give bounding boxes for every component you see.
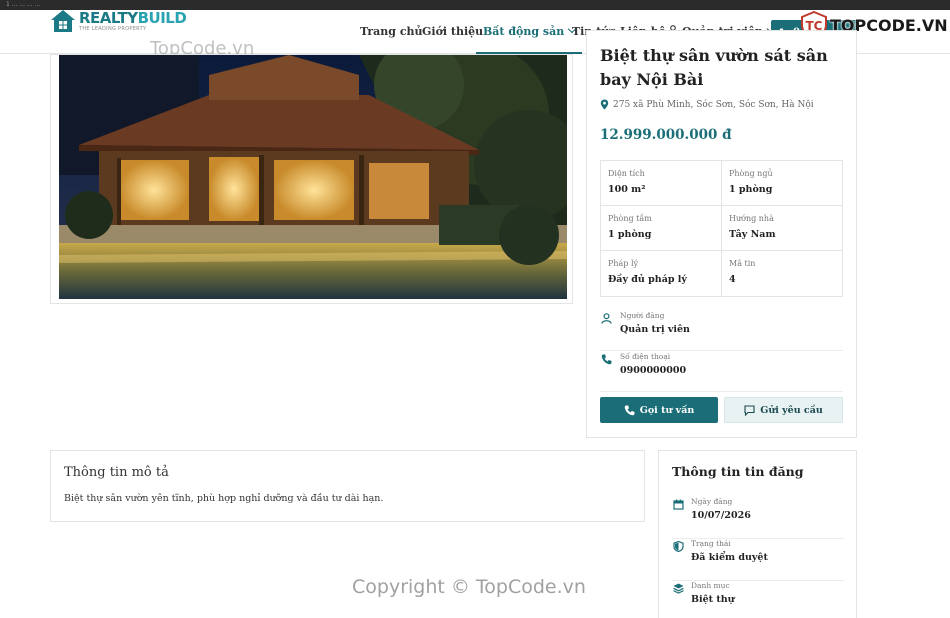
spec-value: 1 phòng <box>608 229 652 240</box>
layers-icon <box>673 583 684 594</box>
listing-status-label: Trạng thái <box>691 539 731 548</box>
nav-home-label: Trang chủ <box>360 25 423 38</box>
spec-bathrooms: Phòng tắm 1 phòng <box>601 206 722 251</box>
spec-area: Diện tích 100 m² <box>601 161 722 206</box>
property-address-text: 275 xã Phù Minh, Sóc Sơn, Sóc Sơn, Hà Nộ… <box>613 99 814 110</box>
listing-status-value: Đã kiểm duyệt <box>691 552 768 563</box>
listing-date-value: 10/07/2026 <box>691 510 751 521</box>
villa-photo-illustration <box>59 55 567 299</box>
spec-key: Diện tích <box>608 169 645 178</box>
listing-status-row: Trạng thái Đã kiểm duyệt <box>672 539 844 581</box>
description-title: Thông tin mô tả <box>64 465 169 480</box>
listing-category-value: Biệt thự <box>691 594 735 605</box>
chat-icon <box>744 404 755 416</box>
spec-legal: Pháp lý Đầy đủ pháp lý <box>601 251 722 296</box>
spec-value: 4 <box>729 274 736 285</box>
logo-suffix: BUILD <box>137 9 187 27</box>
spec-key: Mã tin <box>729 259 756 268</box>
site-logo[interactable]: REALTYBUILD THE LEADING PROPERTY <box>50 8 187 34</box>
map-pin-icon <box>600 99 609 110</box>
spec-key: Hướng nhà <box>729 214 774 223</box>
logo-prefix: REALTY <box>79 9 138 27</box>
nav-real-estate-label: Bất động sản <box>483 25 565 38</box>
property-title: Biệt thự sân vườn sát sân bay Nội Bài <box>600 46 828 89</box>
spec-bedrooms: Phòng ngủ 1 phòng <box>722 161 843 206</box>
phone-row: Số điện thoại 0900000000 <box>600 352 843 392</box>
listing-date-label: Ngày đăng <box>691 497 733 506</box>
phone-icon <box>624 405 635 415</box>
property-specs-table: Diện tích 100 m² Phòng ngủ 1 phòng Phòng t… <box>600 160 843 297</box>
listing-date-row: Ngày đăng 10/07/2026 <box>672 497 844 539</box>
spec-value: Tây Nam <box>729 229 776 240</box>
user-icon <box>601 313 612 324</box>
calendar-icon <box>673 499 684 510</box>
nav-home[interactable]: Trang chủ <box>360 10 423 54</box>
call-consult-button[interactable]: Gọi tư vấn <box>600 397 718 423</box>
spec-value: Đầy đủ pháp lý <box>608 274 687 285</box>
spec-key: Phòng tắm <box>608 214 652 223</box>
property-address: 275 xã Phù Minh, Sóc Sơn, Sóc Sơn, Hà Nộ… <box>600 99 814 110</box>
property-image-card <box>50 54 573 304</box>
nav-real-estate[interactable]: Bất động sản <box>476 10 583 54</box>
shield-icon <box>673 541 684 552</box>
spec-key: Pháp lý <box>608 259 639 268</box>
spec-value: 100 m² <box>608 184 646 195</box>
spec-listing-id: Mã tin 4 <box>722 251 843 296</box>
watermark-copyright: Copyright © TopCode.vn <box>352 576 586 598</box>
phone-label: Số điện thoại <box>620 352 671 361</box>
logo-wordmark: REALTYBUILD <box>79 9 187 27</box>
listing-category-row: Danh mục Biệt thự <box>672 581 844 618</box>
nav-about[interactable]: Giới thiệu <box>422 10 483 54</box>
spec-value: 1 phòng <box>729 184 773 195</box>
poster-row: Người đăng Quản trị viên <box>600 311 843 351</box>
house-logo-icon <box>51 10 75 32</box>
poster-label: Người đăng <box>620 311 665 320</box>
send-request-label: Gửi yêu cầu <box>760 404 823 416</box>
nav-about-label: Giới thiệu <box>422 25 484 38</box>
poster-value: Quản trị viên <box>620 324 690 335</box>
property-price: 12.999.000.000 đ <box>600 127 732 143</box>
description-text: Biệt thự sân vườn yên tĩnh, phù hợp nghỉ… <box>64 493 384 504</box>
listing-category-label: Danh mục <box>691 581 730 590</box>
phone-icon <box>601 354 612 365</box>
browser-strip-text: 1 ... ... ... ... <box>6 1 41 8</box>
phone-value[interactable]: 0900000000 <box>620 365 686 376</box>
description-card: Thông tin mô tả Biệt thự sân vườn yên tĩ… <box>50 450 645 522</box>
property-photo[interactable] <box>59 55 567 299</box>
call-consult-label: Gọi tư vấn <box>639 404 695 416</box>
spec-direction: Hướng nhà Tây Nam <box>722 206 843 251</box>
listing-info-title: Thông tin tin đăng <box>672 464 804 479</box>
send-request-button[interactable]: Gửi yêu cầu <box>724 397 843 423</box>
spec-key: Phòng ngủ <box>729 169 773 178</box>
